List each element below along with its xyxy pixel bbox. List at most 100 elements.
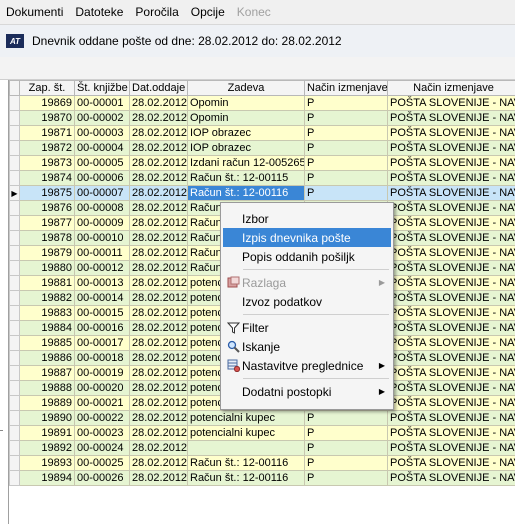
cell-nacin-2[interactable]: POŠTA SLOVENIJE - NAVADNA <box>387 290 515 306</box>
cell-zap[interactable]: 19882 <box>19 290 75 306</box>
cell-nacin-1[interactable]: P <box>304 440 388 456</box>
cell-datum[interactable]: 28.02.2012 <box>129 320 188 336</box>
menu-item-izbor[interactable]: Izbor <box>223 209 391 228</box>
cell-zadeva[interactable]: Račun št.: 12-00115 <box>187 170 305 186</box>
cell-knjizba[interactable]: 00-00026 <box>74 470 130 486</box>
cell-nacin-1[interactable]: P <box>304 470 388 486</box>
cell-nacin-2[interactable]: POŠTA SLOVENIJE - NAVADNA <box>387 200 515 216</box>
column-header-zadeva[interactable]: Zadeva <box>187 80 305 96</box>
cell-datum[interactable]: 28.02.2012 <box>129 365 188 381</box>
cell-nacin-2[interactable]: POŠTA SLOVENIJE - NAVADNA <box>387 245 515 261</box>
cell-nacin-2[interactable]: POŠTA SLOVENIJE - NAVADNA <box>387 230 515 246</box>
cell-zap[interactable]: 19884 <box>19 320 75 336</box>
cell-zap[interactable]: 19871 <box>19 125 75 141</box>
cell-datum[interactable]: 28.02.2012 <box>129 380 188 396</box>
cell-nacin-1[interactable]: P <box>304 125 388 141</box>
column-header-nacin-1[interactable]: Način izmenjave <box>304 80 388 96</box>
cell-datum[interactable]: 28.02.2012 <box>129 350 188 366</box>
table-row[interactable]: 19872 00-00004 28.02.2012 IOP obrazec P POŠTA… <box>9 140 515 156</box>
cell-zap[interactable]: 19878 <box>19 230 75 246</box>
column-header-nacin-2[interactable]: Način izmenjave <box>387 80 515 96</box>
table-row[interactable]: 19894 00-00026 28.02.2012 Račun št.: 12-001… <box>9 470 515 486</box>
cell-knjizba[interactable]: 00-00019 <box>74 365 130 381</box>
column-header-knjizba[interactable]: Št. knjižbe <box>74 80 130 96</box>
cell-zap[interactable]: 19876 <box>19 200 75 216</box>
menu-item-razlaga[interactable]: Razlaga ▶ <box>223 273 391 292</box>
cell-knjizba[interactable]: 00-00013 <box>74 275 130 291</box>
cell-knjizba[interactable]: 00-00012 <box>74 260 130 276</box>
cell-knjizba[interactable]: 00-00014 <box>74 290 130 306</box>
column-header-datum[interactable]: Dat.oddaje <box>129 80 188 96</box>
cell-zadeva[interactable]: Račun št.: 12-00116 <box>187 455 305 471</box>
menu-item-izpis-dnevnika[interactable]: Izpis dnevnika pošte <box>223 228 391 247</box>
cell-nacin-2[interactable]: POŠTA SLOVENIJE - NAVADNA <box>387 305 515 321</box>
cell-zadeva[interactable]: Opomin <box>187 95 305 111</box>
cell-knjizba[interactable]: 00-00002 <box>74 110 130 126</box>
cell-zap[interactable]: 19883 <box>19 305 75 321</box>
menu-opcije[interactable]: Opcije <box>185 5 231 19</box>
cell-nacin-2[interactable]: POŠTA SLOVENIJE - NAVADNA <box>387 350 515 366</box>
cell-datum[interactable]: 28.02.2012 <box>129 335 188 351</box>
cell-knjizba[interactable]: 00-00023 <box>74 425 130 441</box>
menu-konec[interactable]: Konec <box>231 5 277 19</box>
cell-nacin-1[interactable]: P <box>304 455 388 471</box>
menu-porocila[interactable]: Poročila <box>129 5 184 19</box>
cell-datum[interactable]: 28.02.2012 <box>129 260 188 276</box>
cell-nacin-2[interactable]: POŠTA SLOVENIJE - NAVADNA <box>387 155 515 171</box>
cell-knjizba[interactable]: 00-00015 <box>74 305 130 321</box>
cell-datum[interactable]: 28.02.2012 <box>129 455 188 471</box>
cell-knjizba[interactable]: 00-00007 <box>74 185 130 201</box>
cell-knjizba[interactable]: 00-00011 <box>74 245 130 261</box>
cell-nacin-2[interactable]: POŠTA SLOVENIJE - NAVADNA <box>387 215 515 231</box>
cell-zadeva[interactable]: potencialni kupec <box>187 410 305 426</box>
cell-datum[interactable]: 28.02.2012 <box>129 425 188 441</box>
cell-zadeva[interactable] <box>187 440 305 456</box>
cell-knjizba[interactable]: 00-00022 <box>74 410 130 426</box>
cell-nacin-2[interactable]: POŠTA SLOVENIJE - NAVADNA <box>387 365 515 381</box>
cell-nacin-2[interactable]: POŠTA SLOVENIJE - NAVADNA <box>387 125 515 141</box>
cell-nacin-2[interactable]: POŠTA SLOVENIJE - NAVADNA <box>387 260 515 276</box>
cell-knjizba[interactable]: 00-00025 <box>74 455 130 471</box>
cell-zap[interactable]: 19885 <box>19 335 75 351</box>
table-row[interactable]: 19890 00-00022 28.02.2012 potencialni kupec… <box>9 410 515 426</box>
table-row[interactable]: 19893 00-00025 28.02.2012 Račun št.: 12-001… <box>9 455 515 471</box>
cell-nacin-2[interactable]: POŠTA SLOVENIJE - NAVADNA <box>387 320 515 336</box>
cell-nacin-2[interactable]: POŠTA SLOVENIJE - NAVADNA <box>387 95 515 111</box>
menu-item-dodatni[interactable]: Dodatni postopki ▶ <box>223 382 391 401</box>
cell-knjizba[interactable]: 00-00010 <box>74 230 130 246</box>
cell-zap[interactable]: 19886 <box>19 350 75 366</box>
cell-nacin-2[interactable]: POŠTA SLOVENIJE - NAVADNA <box>387 275 515 291</box>
cell-nacin-2[interactable]: POŠTA SLOVENIJE - NAVADNA <box>387 185 515 201</box>
table-row[interactable]: 19873 00-00005 28.02.2012 Izdani račun 12-0… <box>9 155 515 171</box>
cell-zap[interactable]: 19889 <box>19 395 75 411</box>
menu-item-izvoz[interactable]: Izvoz podatkov <box>223 292 391 311</box>
cell-zadeva[interactable]: Izdani račun 12-005265 <box>187 155 305 171</box>
cell-zap[interactable]: 19873 <box>19 155 75 171</box>
cell-zap[interactable]: 19875 <box>19 185 75 201</box>
table-row[interactable]: 19891 00-00023 28.02.2012 potencialni kupec… <box>9 425 515 441</box>
cell-zadeva[interactable]: potencialni kupec <box>187 425 305 441</box>
cell-zadeva[interactable]: Račun št.: 12-00116 <box>187 470 305 486</box>
cell-datum[interactable]: 28.02.2012 <box>129 185 188 201</box>
cell-zadeva[interactable]: IOP obrazec <box>187 140 305 156</box>
cell-zap[interactable]: 19869 <box>19 95 75 111</box>
cell-nacin-2[interactable]: POŠTA SLOVENIJE - NAVADNA <box>387 440 515 456</box>
cell-nacin-2[interactable]: POŠTA SLOVENIJE - NAVADNA <box>387 170 515 186</box>
cell-zap[interactable]: 19870 <box>19 110 75 126</box>
cell-datum[interactable]: 28.02.2012 <box>129 230 188 246</box>
cell-knjizba[interactable]: 00-00003 <box>74 125 130 141</box>
cell-datum[interactable]: 28.02.2012 <box>129 470 188 486</box>
cell-knjizba[interactable]: 00-00020 <box>74 380 130 396</box>
cell-datum[interactable]: 28.02.2012 <box>129 95 188 111</box>
cell-zap[interactable]: 19872 <box>19 140 75 156</box>
table-row[interactable]: 19874 00-00006 28.02.2012 Račun št.: 12-001… <box>9 170 515 186</box>
cell-knjizba[interactable]: 00-00021 <box>74 395 130 411</box>
cell-nacin-1[interactable]: P <box>304 410 388 426</box>
table-row-selected[interactable]: ▶ 19875 00-00007 28.02.2012 Račun št.: 12-00… <box>9 185 515 201</box>
cell-datum[interactable]: 28.02.2012 <box>129 275 188 291</box>
cell-nacin-2[interactable]: POŠTA SLOVENIJE - NAVADNA <box>387 455 515 471</box>
cell-datum[interactable]: 28.02.2012 <box>129 305 188 321</box>
cell-knjizba[interactable]: 00-00016 <box>74 320 130 336</box>
cell-zadeva[interactable]: Račun št.: 12-00116 <box>187 185 305 201</box>
menu-dokumenti[interactable]: Dokumenti <box>0 5 69 19</box>
